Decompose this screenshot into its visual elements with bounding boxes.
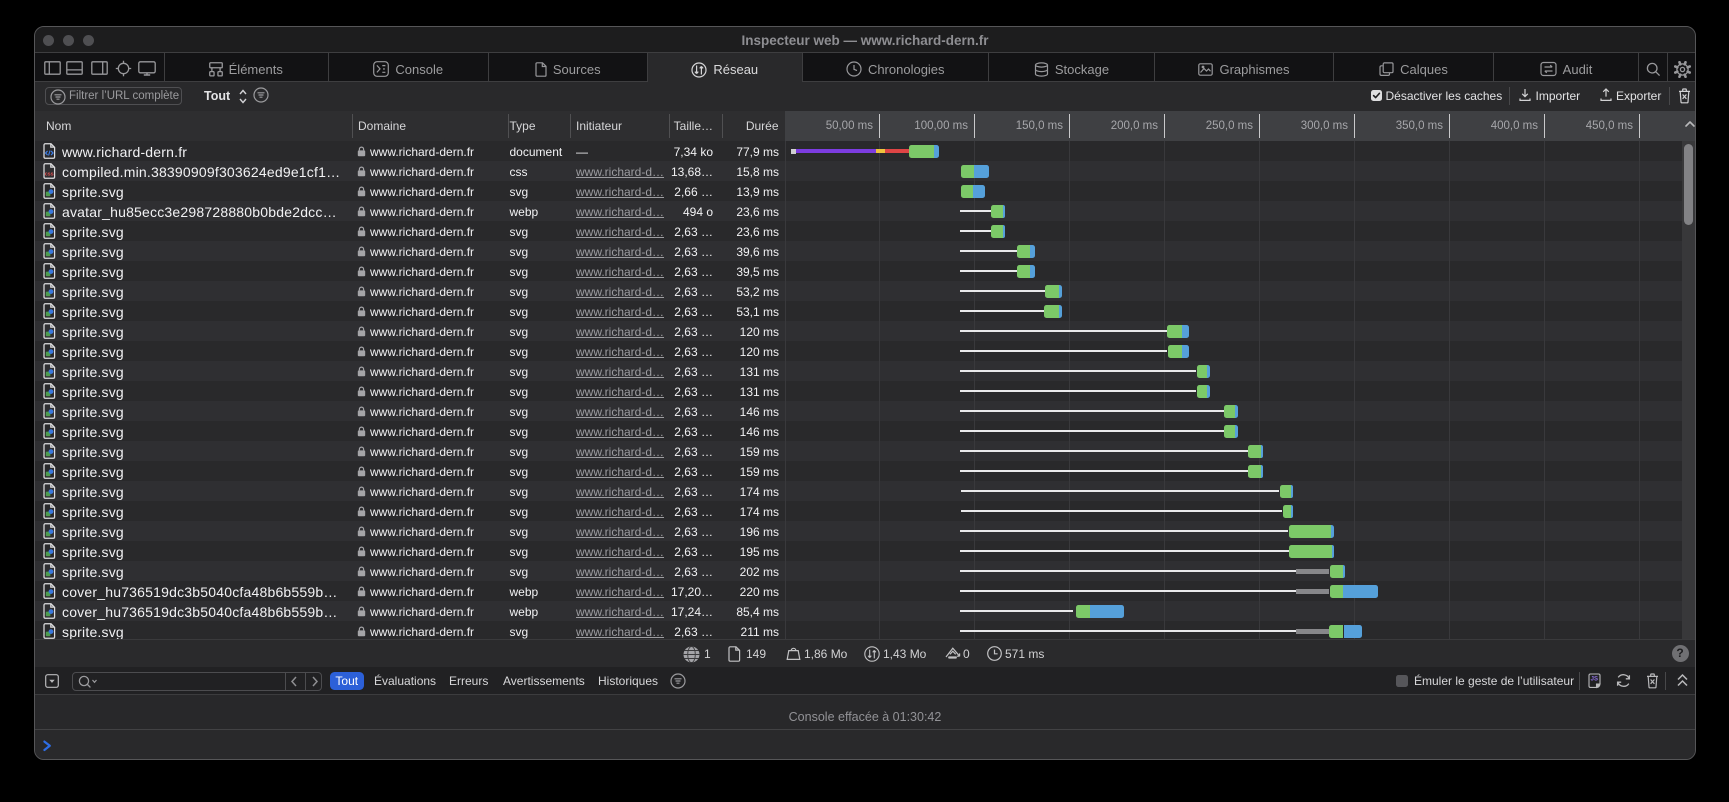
svg-text:JS: JS bbox=[1591, 676, 1598, 682]
svg-text:css: css bbox=[44, 171, 53, 177]
